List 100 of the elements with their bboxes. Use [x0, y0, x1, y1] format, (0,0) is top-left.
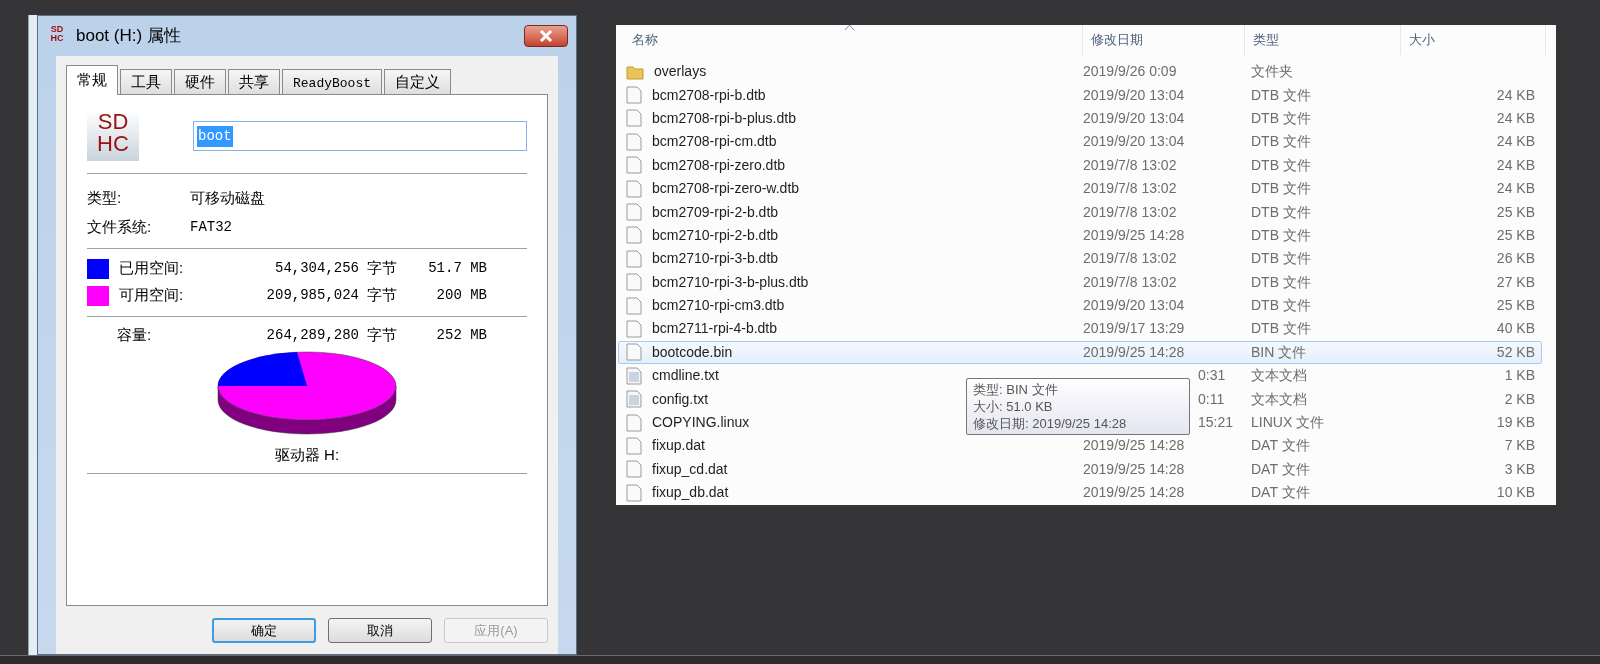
- byte-count: 264,289,280: [265, 325, 359, 345]
- file-size: 27 KB: [1495, 272, 1536, 292]
- dialog-button[interactable]: 取消: [328, 618, 432, 643]
- file-name[interactable]: fixup_cd.dat: [652, 458, 728, 480]
- file-size: 19 KB: [1495, 413, 1536, 433]
- file-size: 25 KB: [1495, 202, 1536, 222]
- file-icon: [626, 413, 642, 432]
- file-size: 24 KB: [1495, 132, 1536, 152]
- byte-unit: 字节: [367, 258, 397, 279]
- file-size: 26 KB: [1495, 249, 1536, 269]
- file-size: 10 KB: [1495, 483, 1536, 503]
- file-name[interactable]: bcm2708-rpi-b-plus.dtb: [652, 107, 796, 129]
- icon-label: SD: [50, 25, 64, 34]
- tab[interactable]: 硬件: [174, 69, 226, 94]
- file-icon: [626, 249, 642, 268]
- tooltip-line: 修改日期: 2019/9/25 14:28: [973, 415, 1128, 432]
- modified-date: 2019/9/20 13:04: [1083, 85, 1185, 105]
- file-size: 40 KB: [1495, 319, 1536, 339]
- modified-date: 2019/9/20 13:04: [1083, 108, 1185, 128]
- byte-count: 54,304,256: [274, 259, 359, 278]
- column-header[interactable]: 大小: [1400, 25, 1546, 55]
- file-name[interactable]: bcm2710-rpi-3-b.dtb: [652, 248, 779, 270]
- file-type: DAT 文件: [1250, 436, 1311, 456]
- modified-date: 2019/7/8 13:02: [1083, 202, 1177, 222]
- file-type: LINUX 文件: [1250, 413, 1326, 433]
- file-type: DTB 文件: [1250, 272, 1312, 292]
- file-name[interactable]: cmdline.txt: [652, 365, 719, 387]
- file-row[interactable]: bootcode.bin 2019/9/25 14:28 BIN 文件 52 KB: [618, 340, 1542, 365]
- column-header[interactable]: 名称: [616, 25, 1082, 55]
- file-name[interactable]: bcm2710-rpi-cm3.dtb: [652, 295, 785, 317]
- file-name[interactable]: fixup_db.dat: [652, 482, 729, 504]
- file-name[interactable]: bcm2711-rpi-4-b.dtb: [652, 318, 778, 340]
- space-label: 可用空间:: [119, 285, 185, 306]
- file-size: 1 KB: [1503, 366, 1536, 386]
- file-size: 24 KB: [1495, 108, 1536, 128]
- tab[interactable]: 工具: [120, 69, 172, 94]
- property-label: 类型:: [87, 188, 123, 209]
- tab[interactable]: 共享: [228, 69, 280, 94]
- modified-date: 2019/9/17 13:29: [1083, 319, 1185, 339]
- file-icon: [626, 109, 642, 128]
- byte-count: 209,985,024: [265, 286, 359, 305]
- modified-date: 2019/9/25 14:28: [1083, 483, 1185, 503]
- modified-date: 0:31: [1198, 366, 1226, 386]
- modified-date: 2019/9/25 14:28: [1083, 436, 1185, 456]
- tab[interactable]: ReadyBoost: [282, 69, 382, 94]
- file-name[interactable]: bcm2708-rpi-b.dtb: [652, 84, 766, 106]
- space-label: 已用空间:: [119, 258, 185, 279]
- file-name[interactable]: fixup.dat: [652, 435, 705, 457]
- tab[interactable]: 常规: [66, 65, 118, 95]
- file-icon: [626, 179, 642, 198]
- file-name[interactable]: bcm2710-rpi-2-b.dtb: [652, 224, 779, 246]
- file-type: 文件夹: [1250, 62, 1294, 82]
- file-size: 24 KB: [1495, 85, 1536, 105]
- column-header[interactable]: 修改日期: [1082, 25, 1244, 55]
- modified-date: 2019/9/20 13:04: [1083, 296, 1185, 316]
- file-icon: [626, 436, 642, 455]
- dialog-button[interactable]: 确定: [212, 618, 316, 643]
- file-name[interactable]: overlays: [654, 61, 707, 83]
- size-value: 200 MB: [435, 286, 487, 305]
- file-name[interactable]: bcm2709-rpi-2-b.dtb: [652, 201, 779, 223]
- file-icon: [626, 320, 642, 338]
- modified-date: 15:21: [1198, 413, 1234, 433]
- file-icon: [626, 132, 642, 151]
- file-size: 24 KB: [1495, 179, 1536, 199]
- file-size: 24 KB: [1495, 155, 1536, 175]
- file-name[interactable]: bcm2708-rpi-cm.dtb: [652, 131, 777, 153]
- file-icon: [626, 86, 642, 105]
- byte-unit: 字节: [367, 324, 397, 345]
- modified-date: 2019/9/25 14:28: [1083, 342, 1185, 362]
- column-header[interactable]: 类型: [1244, 25, 1400, 55]
- file-size: 25 KB: [1495, 296, 1536, 316]
- property-value: 可移动磁盘: [190, 188, 265, 209]
- file-type: DTB 文件: [1250, 179, 1312, 199]
- tooltip-line: 大小: 51.0 KB: [973, 398, 1054, 415]
- file-type: DTB 文件: [1250, 249, 1312, 269]
- file-name[interactable]: bcm2708-rpi-zero.dtb: [652, 154, 786, 176]
- modified-date: 2019/7/8 13:02: [1083, 272, 1177, 292]
- drive-label: 驱动器 H:: [274, 445, 340, 465]
- file-size: 52 KB: [1495, 342, 1536, 362]
- capacity-label: 容量:: [116, 324, 153, 345]
- file-name[interactable]: config.txt: [652, 388, 709, 410]
- file-type: DAT 文件: [1250, 459, 1311, 479]
- file-icon: [626, 460, 642, 479]
- file-type: DTB 文件: [1250, 319, 1312, 339]
- property-label: 文件系统:: [87, 217, 153, 238]
- icon-label: HC: [97, 133, 129, 155]
- file-icon: [626, 203, 642, 222]
- file-type: DTB 文件: [1250, 85, 1312, 105]
- close-button[interactable]: [524, 25, 568, 47]
- file-icon: [626, 273, 642, 292]
- file-name[interactable]: COPYING.linux: [652, 412, 750, 434]
- tooltip-line: 类型: BIN 文件: [973, 381, 1059, 398]
- file-name[interactable]: bootcode.bin: [652, 341, 733, 363]
- tab[interactable]: 自定义: [384, 69, 451, 94]
- file-type: 文本文档: [1250, 366, 1308, 386]
- size-value: 51.7 MB: [427, 259, 487, 278]
- size-value: 252 MB: [435, 325, 487, 345]
- file-name[interactable]: bcm2710-rpi-3-b-plus.dtb: [652, 271, 809, 293]
- file-name[interactable]: bcm2708-rpi-zero-w.dtb: [652, 178, 800, 200]
- file-type: DTB 文件: [1250, 108, 1312, 128]
